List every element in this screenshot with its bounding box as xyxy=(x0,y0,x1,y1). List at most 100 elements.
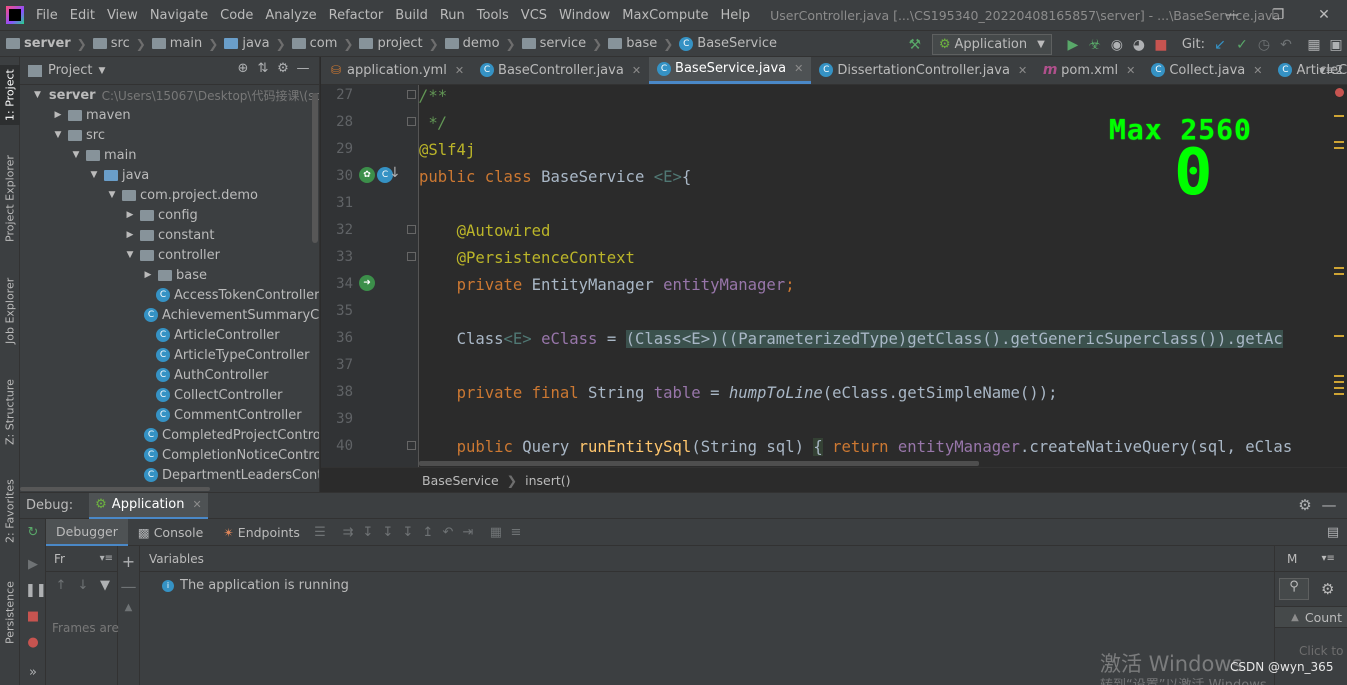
git-commit-icon[interactable]: ✓ xyxy=(1231,34,1253,56)
close-window-button[interactable]: ✕ xyxy=(1301,0,1347,30)
crumb-demo[interactable]: demo ❯ xyxy=(439,36,516,51)
spring-autowired-icon[interactable]: ➜ xyxy=(359,275,375,291)
tree-item[interactable]: ▼ com.project.demo xyxy=(20,185,319,205)
minimize-button[interactable]: — xyxy=(1209,0,1255,30)
move-up-icon[interactable]: ▲ xyxy=(118,602,139,613)
close-icon[interactable]: ✕ xyxy=(794,62,803,75)
editor-tab[interactable]: C BaseService.java ✕ xyxy=(649,57,812,84)
menu-run[interactable]: Run xyxy=(440,8,465,23)
tab-list-icon[interactable]: ▾≡2 xyxy=(1319,63,1343,77)
tree-item[interactable]: ▼ src xyxy=(20,125,319,145)
fold-marker-icon[interactable] xyxy=(407,225,416,234)
locate-file-icon[interactable]: ⊕ xyxy=(233,61,253,76)
add-watch-icon[interactable]: + xyxy=(118,552,139,571)
crumb-com[interactable]: com ❯ xyxy=(286,36,353,51)
menu-tools[interactable]: Tools xyxy=(477,8,509,23)
tree-item[interactable]: C CompletedProjectControlle xyxy=(20,425,319,445)
close-icon[interactable]: ✕ xyxy=(1018,64,1027,77)
project-structure-icon[interactable]: ▦ xyxy=(1303,34,1325,56)
options-icon[interactable]: ▾≡ xyxy=(100,553,113,564)
close-icon[interactable]: ✕ xyxy=(1253,64,1262,77)
menu-vcs[interactable]: VCS xyxy=(521,8,547,23)
error-indicator-icon[interactable] xyxy=(1335,88,1344,97)
menu-window[interactable]: Window xyxy=(559,8,610,23)
tool-tab-project[interactable]: 1: Project xyxy=(0,65,20,125)
tree-item[interactable]: C AchievementSummaryCont xyxy=(20,305,319,325)
settings-gear-icon[interactable]: ⚙ xyxy=(1293,496,1317,514)
show-execution-point-icon[interactable]: ⇉ xyxy=(338,525,358,540)
menu-edit[interactable]: Edit xyxy=(70,8,95,23)
tool-tab-structure[interactable]: Z: Structure xyxy=(0,377,20,447)
menu-navigate[interactable]: Navigate xyxy=(150,8,208,23)
tree-item[interactable]: ▼ java xyxy=(20,165,319,185)
tab-endpoints[interactable]: ✴ Endpoints xyxy=(213,519,310,546)
tree-item[interactable]: ▼ controller xyxy=(20,245,319,265)
drop-frame-icon[interactable]: ↶ xyxy=(438,525,458,540)
tree-item[interactable]: C CommentController xyxy=(20,405,319,425)
crumb-base[interactable]: base ❯ xyxy=(602,36,673,51)
profile-icon[interactable]: ◕ xyxy=(1128,34,1150,56)
warning-mark[interactable] xyxy=(1334,393,1344,395)
chevron-down-icon[interactable]: ▼ xyxy=(52,130,64,140)
editor-tab[interactable]: m pom.xml ✕ xyxy=(1035,57,1143,84)
hide-panel-icon[interactable]: — xyxy=(293,61,313,76)
debug-session-tab[interactable]: ⚙ Application ✕ xyxy=(89,492,208,519)
fold-marker-icon[interactable] xyxy=(407,90,416,99)
evaluate-expression-icon[interactable]: ▦ xyxy=(486,525,506,540)
tree-item[interactable]: ▶ constant xyxy=(20,225,319,245)
trace-stream-icon[interactable]: ≡ xyxy=(506,525,526,540)
chevron-down-icon[interactable]: ▼ xyxy=(106,190,118,200)
count-column-header[interactable]: ▲ Count xyxy=(1275,606,1347,628)
chevron-down-icon[interactable]: ▼ xyxy=(34,90,41,100)
git-history-icon[interactable]: ◷ xyxy=(1253,34,1275,56)
menu-icon[interactable]: ☰ xyxy=(310,525,330,540)
vertical-scrollbar[interactable] xyxy=(312,93,318,243)
tree-item[interactable]: ▶ config xyxy=(20,205,319,225)
step-over-icon[interactable]: ↧ xyxy=(358,525,378,540)
tree-item[interactable]: C AuthController xyxy=(20,365,319,385)
tree-item[interactable]: ▶ maven xyxy=(20,105,319,125)
debug-bug-icon[interactable]: ☣ xyxy=(1084,34,1106,56)
coverage-icon[interactable]: ◉ xyxy=(1106,34,1128,56)
hide-panel-icon[interactable]: — xyxy=(1317,496,1341,514)
chevron-right-icon[interactable]: ▶ xyxy=(52,110,64,120)
tool-tab-job-explorer[interactable]: Job Explorer xyxy=(0,275,20,347)
tab-console[interactable]: ▩ Console xyxy=(128,519,213,546)
rerun-icon[interactable]: ↻ xyxy=(25,525,41,541)
force-step-into-icon[interactable]: ↧ xyxy=(398,525,418,540)
chevron-down-icon[interactable]: ▼ xyxy=(70,150,82,160)
tool-tab-favorites[interactable]: 2: Favorites xyxy=(0,477,20,545)
crumb-java[interactable]: java ❯ xyxy=(218,36,286,51)
warning-mark[interactable] xyxy=(1334,115,1344,117)
close-icon[interactable]: ✕ xyxy=(455,64,464,77)
tree-item[interactable]: C CollectController xyxy=(20,385,319,405)
code-editor[interactable]: ✿ C ↓ ➜ 27 28 29 30 31 32 33 34 35 36 37 38 39 40 /**… xyxy=(321,85,1347,467)
close-icon[interactable]: ✕ xyxy=(1126,64,1135,77)
editor-horizontal-scrollbar[interactable] xyxy=(419,459,1333,467)
tree-item[interactable]: C AccessTokenController xyxy=(20,285,319,305)
menu-maxcompute[interactable]: MaxCompute xyxy=(622,8,708,23)
settings-gear-icon[interactable]: ⚙ xyxy=(1321,580,1334,598)
menu-view[interactable]: View xyxy=(107,8,138,23)
chevron-right-icon[interactable]: ▶ xyxy=(142,270,154,280)
chevron-down-icon[interactable]: ▼ xyxy=(124,250,136,260)
breadcrumb-method[interactable]: insert() xyxy=(525,473,570,488)
chevron-right-icon[interactable]: ▶ xyxy=(124,230,136,240)
settings-gear-icon[interactable]: ⚙ xyxy=(273,61,293,76)
editor-tab[interactable]: C DissertationController.java ✕ xyxy=(811,57,1035,84)
crumb-server[interactable]: server ❯ xyxy=(0,36,87,51)
close-icon[interactable]: ✕ xyxy=(632,64,641,77)
stop-icon[interactable]: ■ xyxy=(25,609,41,625)
warning-mark[interactable] xyxy=(1334,147,1344,149)
tree-item[interactable]: ▼ main xyxy=(20,145,319,165)
remove-watch-icon[interactable]: — xyxy=(118,577,139,596)
menu-file[interactable]: File xyxy=(36,8,58,23)
layout-icon[interactable]: ▣ xyxy=(1325,34,1347,56)
crumb-project[interactable]: project ❯ xyxy=(353,36,439,51)
chevron-down-icon[interactable]: ▼ xyxy=(88,170,100,180)
tree-item[interactable]: C ArticleTypeController xyxy=(20,345,319,365)
memory-search-button[interactable]: ⚲ xyxy=(1279,578,1309,600)
project-panel-title[interactable]: Project xyxy=(48,63,92,78)
spring-bean-icon[interactable]: ✿ xyxy=(359,167,375,183)
down-arrow-icon[interactable]: ↓ xyxy=(72,578,94,593)
